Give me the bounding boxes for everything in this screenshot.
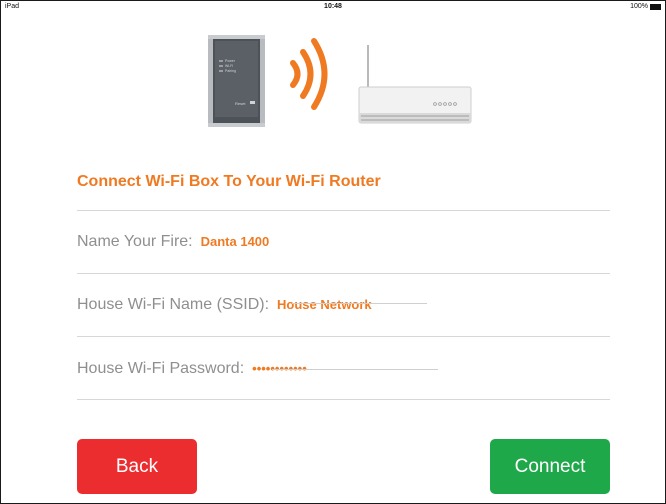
router-icon [358,45,472,124]
form-title: Connect Wi-Fi Box To Your Wi-Fi Router [77,173,381,190]
connect-button[interactable]: Connect [490,439,610,494]
fire-name-row: Name Your Fire: Danta 1400 [77,230,269,254]
divider [77,336,610,337]
back-button[interactable]: Back [77,439,197,494]
fire-name-label: Name Your Fire: [77,233,193,250]
divider [77,399,610,400]
connection-illustration: Power Wi-Fi Pairing Reset [208,35,472,127]
box-line-wifi: Wi-Fi [225,64,233,68]
ssid-row: House Wi-Fi Name (SSID): House Network [77,293,372,317]
app-window: iPad 10:48 100% Power Wi-Fi Pairing Rese… [0,0,666,504]
ssid-label: House Wi-Fi Name (SSID): [77,296,270,313]
password-label: House Wi-Fi Password: [77,360,245,377]
wifi-signal-icon [290,38,328,110]
ssid-field[interactable]: House Network [277,297,372,313]
divider [77,273,610,274]
box-reset-label: Reset [235,101,246,106]
fire-name-field[interactable]: Danta 1400 [201,234,270,250]
password-underline [272,369,438,370]
box-line-power: Power [225,59,236,63]
wifi-box-icon: Power Wi-Fi Pairing Reset [208,35,265,127]
ssid-underline [292,303,427,304]
box-line-pairing: Pairing [225,69,236,73]
divider [77,210,610,211]
